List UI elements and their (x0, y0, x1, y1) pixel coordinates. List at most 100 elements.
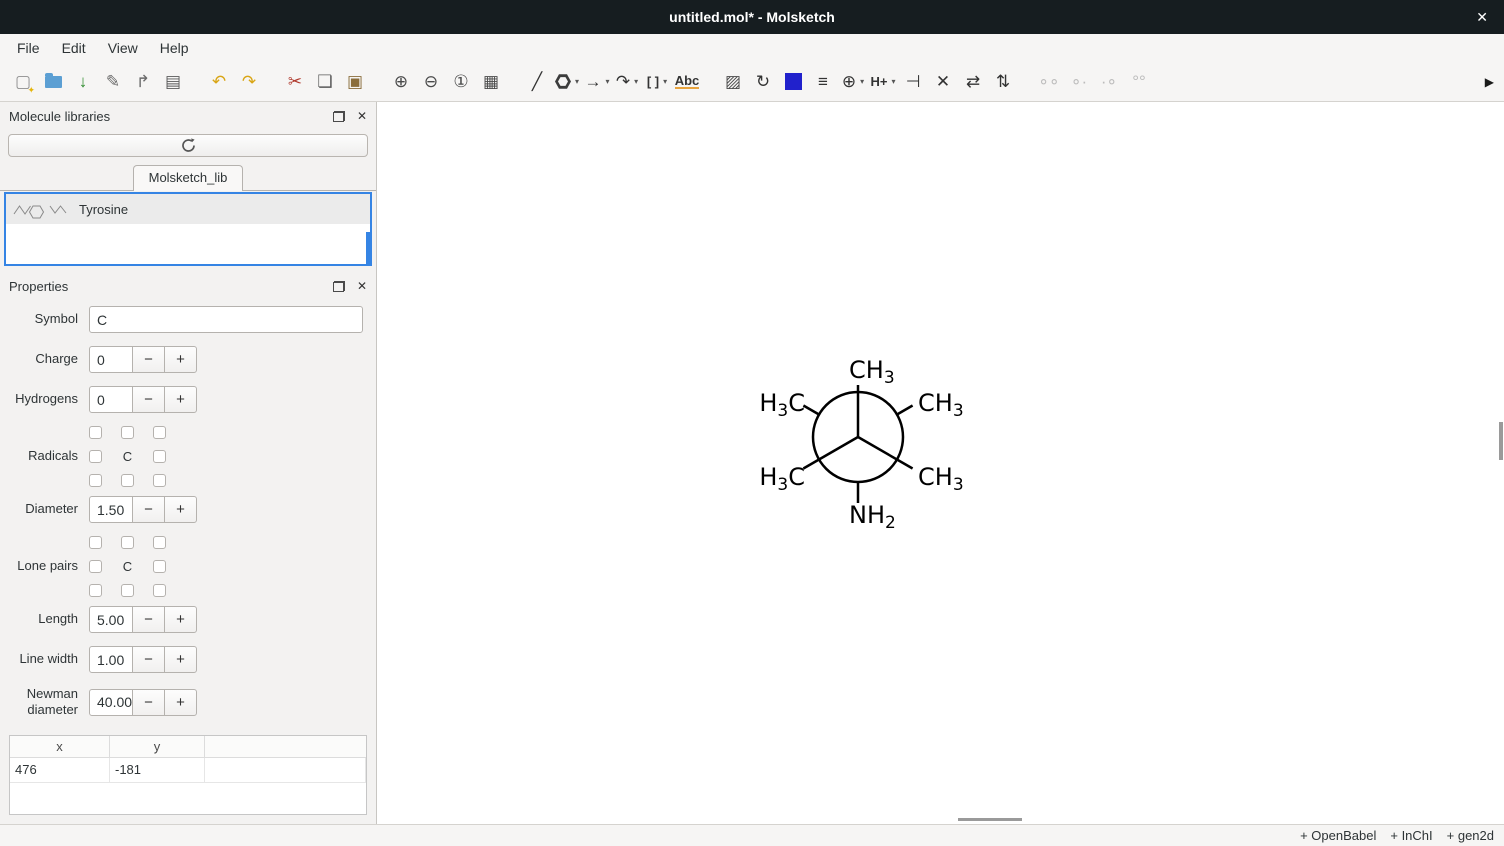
line-width-increment-button[interactable]: + (164, 646, 197, 673)
refresh-library-button[interactable] (8, 134, 368, 157)
column-header-y[interactable]: y (110, 736, 205, 757)
lone-pair-checkbox[interactable] (153, 584, 166, 597)
zoom-original-button[interactable]: ① (448, 67, 474, 97)
undock-panel-icon[interactable] (333, 281, 345, 292)
atom-label-top[interactable]: CH3 (849, 356, 895, 388)
copy-button[interactable]: ❏ (312, 67, 338, 97)
back-bond-upper-left[interactable] (803, 406, 819, 415)
radical-checkbox[interactable] (153, 426, 166, 439)
length-decrement-button[interactable]: − (132, 606, 165, 633)
mechanism-arrow-tool[interactable]: ↷▾ (614, 67, 640, 97)
mechanism-arrow-tool-dropdown[interactable]: ▾ (634, 77, 638, 86)
radical-checkbox[interactable] (121, 474, 134, 487)
lone-pair-checkbox[interactable] (89, 536, 102, 549)
menu-help[interactable]: Help (149, 36, 200, 60)
tab-molsketch-lib[interactable]: Molsketch_lib (133, 165, 244, 191)
hydrogens-increment-button[interactable]: + (164, 386, 197, 413)
close-panel-icon[interactable]: ✕ (357, 109, 367, 123)
coordinate-x-cell[interactable]: 476 (10, 758, 110, 782)
coordinate-y-cell[interactable]: -181 (110, 758, 205, 782)
ring-tool[interactable]: ▾ (554, 67, 580, 97)
radical-checkbox[interactable] (89, 450, 102, 463)
line-width-tool[interactable]: ≡ (810, 67, 836, 97)
lone-pair-checkbox[interactable] (89, 584, 102, 597)
line-width-decrement-button[interactable]: − (132, 646, 165, 673)
bracket-tool-dropdown[interactable]: ▾ (663, 77, 667, 86)
hydrogen-tool-dropdown[interactable]: ▾ (891, 77, 895, 86)
zoom-out-button[interactable]: ⊖ (418, 67, 444, 97)
hydrogens-value[interactable]: 0 (89, 386, 133, 413)
charge-tool-dropdown[interactable]: ▾ (860, 77, 864, 86)
table-row[interactable]: 476 -181 (10, 758, 366, 783)
newman-projection-molecule[interactable]: CH3 H3C CH3 H3C CH3 NH2 (377, 102, 1504, 824)
flip-horizontal-tool[interactable]: ⇄ (960, 67, 986, 97)
hatch-fill-tool[interactable]: ▨ (720, 67, 746, 97)
charge-decrement-button[interactable]: − (132, 346, 165, 373)
atom-label-lower-left[interactable]: H3C (759, 463, 805, 495)
column-header-x[interactable]: x (10, 736, 110, 757)
open-document-button[interactable] (40, 67, 66, 97)
line-width-value[interactable]: 1.00 (89, 646, 133, 673)
rotate-tool[interactable]: ↻ (750, 67, 776, 97)
list-item-tyrosine[interactable]: Tyrosine (6, 194, 370, 224)
save-document-button[interactable]: ↓ (70, 67, 96, 97)
radical-checkbox[interactable] (89, 426, 102, 439)
menu-file[interactable]: File (6, 36, 51, 60)
atom-label-lower-right[interactable]: CH3 (918, 463, 964, 495)
save-as-button[interactable]: ✎ (100, 67, 126, 97)
color-picker-swatch[interactable] (780, 67, 806, 97)
arrow-tool-dropdown[interactable]: ▾ (605, 77, 609, 86)
newman-diameter-value[interactable]: 40.00 (89, 689, 133, 716)
close-panel-icon[interactable]: ✕ (357, 279, 367, 293)
lone-pair-checkbox[interactable] (153, 536, 166, 549)
newman-diameter-increment-button[interactable]: + (164, 689, 197, 716)
bracket-tool[interactable]: [ ]▾ (644, 67, 670, 97)
library-scrollbar[interactable] (366, 232, 370, 265)
toolbar-overflow-button[interactable]: ▶ (1483, 75, 1496, 89)
radical-checkbox[interactable] (89, 474, 102, 487)
lone-pair-checkbox[interactable] (121, 536, 134, 549)
undo-button[interactable]: ↶ (206, 67, 232, 97)
zoom-in-button[interactable]: ⊕ (388, 67, 414, 97)
menu-edit[interactable]: Edit (51, 36, 97, 60)
ring-tool-dropdown[interactable]: ▾ (575, 77, 579, 86)
delete-tool[interactable]: ✕ (930, 67, 956, 97)
charge-value[interactable]: 0 (89, 346, 133, 373)
cut-button[interactable]: ✂ (282, 67, 308, 97)
draw-bond-tool[interactable]: ╱ (524, 67, 550, 97)
front-bond-lower-left[interactable] (803, 437, 858, 469)
lone-pair-checkbox[interactable] (153, 560, 166, 573)
paste-button[interactable]: ▣ (342, 67, 368, 97)
length-increment-button[interactable]: + (164, 606, 197, 633)
charge-increment-button[interactable]: + (164, 346, 197, 373)
window-close-button[interactable]: ✕ (1476, 9, 1488, 26)
lone-pair-tool[interactable]: ⊣ (900, 67, 926, 97)
redo-button[interactable]: ↷ (236, 67, 262, 97)
vertical-scrollbar[interactable] (1499, 422, 1503, 460)
symbol-input[interactable]: C (89, 306, 363, 333)
canvas[interactable]: CH3 H3C CH3 H3C CH3 NH2 (377, 102, 1504, 824)
length-value[interactable]: 5.00 (89, 606, 133, 633)
atom-label-upper-right[interactable]: CH3 (918, 389, 964, 421)
horizontal-scrollbar[interactable] (958, 818, 1022, 821)
text-tool[interactable]: Abc (674, 67, 700, 97)
atom-label-bottom[interactable]: NH2 (849, 501, 896, 533)
diameter-decrement-button[interactable]: − (132, 496, 165, 523)
lone-pair-checkbox[interactable] (89, 560, 102, 573)
radical-checkbox[interactable] (153, 474, 166, 487)
hydrogens-decrement-button[interactable]: − (132, 386, 165, 413)
radical-checkbox[interactable] (121, 426, 134, 439)
front-bond-lower-right[interactable] (858, 437, 913, 469)
library-list[interactable]: Tyrosine (4, 192, 372, 266)
zoom-fit-button[interactable]: ▦ (478, 67, 504, 97)
arrow-tool[interactable]: →▾ (584, 67, 610, 97)
back-bond-upper-right[interactable] (897, 406, 913, 415)
diameter-increment-button[interactable]: + (164, 496, 197, 523)
menu-view[interactable]: View (97, 36, 149, 60)
radical-checkbox[interactable] (153, 450, 166, 463)
export-button[interactable]: ↱ (130, 67, 156, 97)
new-document-button[interactable]: ▢✦ (10, 67, 36, 97)
newman-diameter-decrement-button[interactable]: − (132, 689, 165, 716)
hydrogen-tool[interactable]: H+▾ (870, 67, 896, 97)
undock-panel-icon[interactable] (333, 111, 345, 122)
